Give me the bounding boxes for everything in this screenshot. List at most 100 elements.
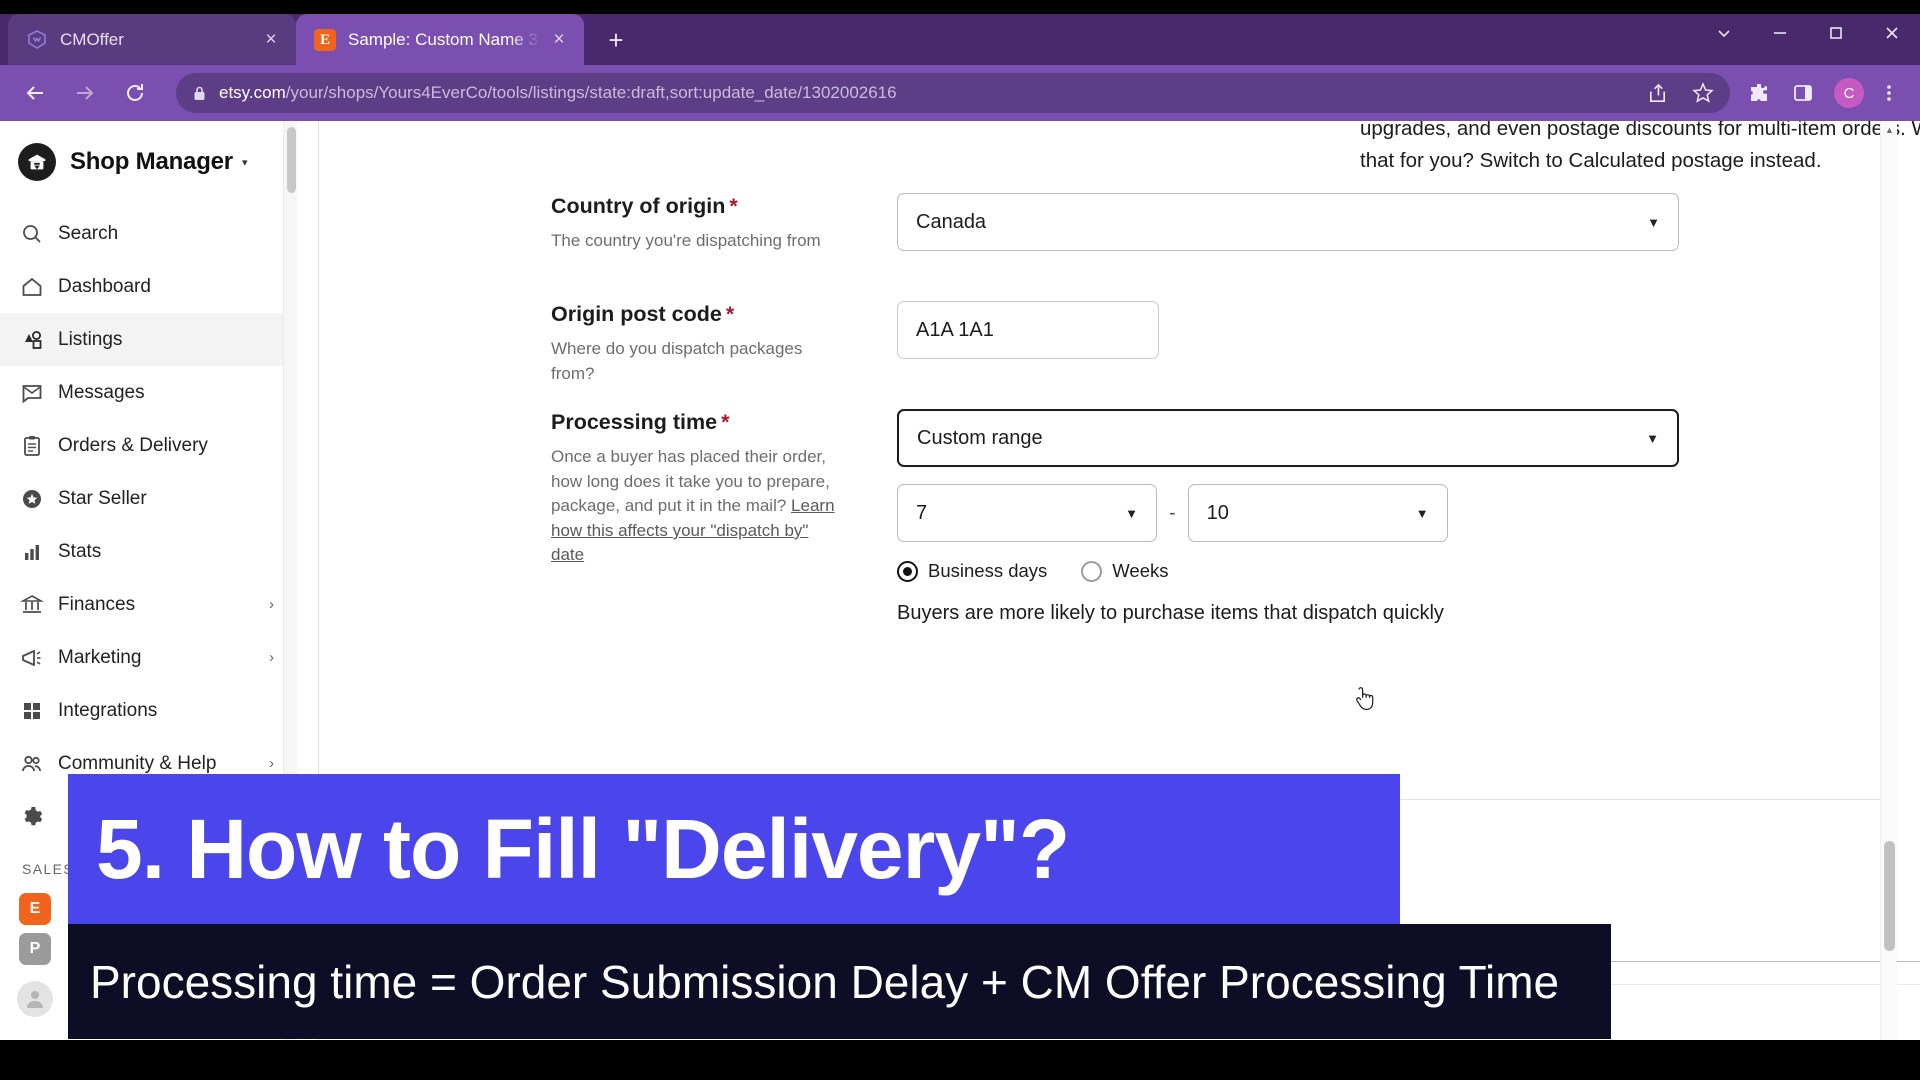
browser-toolbar: etsy.com/your/shops/Yours4EverCo/tools/l… [0, 65, 1920, 121]
page-scroll-thumb[interactable] [1884, 841, 1895, 951]
clipboard-icon [20, 434, 58, 458]
calculated-postage-note: upgrades, and even postage discounts for… [1360, 121, 1920, 172]
new-tab-button[interactable]: + [596, 20, 636, 60]
processing-time-label-col: Processing time * Once a buyer has placed… [551, 409, 856, 625]
sidebar-item-label: Integrations [58, 699, 158, 721]
sidebar-item-label: Dashboard [58, 275, 151, 297]
field-title-text: Origin post code [551, 302, 722, 326]
sidepanel-icon[interactable] [1786, 76, 1820, 110]
chrome-menu-icon[interactable] [1872, 76, 1906, 110]
sidebar-item-messages[interactable]: Messages [0, 366, 296, 419]
profile-avatar[interactable]: C [1834, 78, 1864, 108]
sidebar-item-label: Orders & Delivery [58, 434, 208, 456]
country-of-origin-label-col: Country of origin * The country you're di… [551, 193, 856, 254]
browser-tab-etsy-listing[interactable]: E Sample: Custom Name 3D Jewelr × [296, 14, 584, 66]
chevron-right-icon: › [269, 649, 274, 666]
sidebar-scroll-thumb[interactable] [287, 127, 296, 193]
browser-tab-cmoffer[interactable]: CMOffer × [8, 14, 296, 66]
sidebar-item-integrations[interactable]: Integrations [0, 684, 296, 737]
sidebar-item-stats[interactable]: Stats [0, 525, 296, 578]
sidebar-item-orders-delivery[interactable]: Orders & Delivery [0, 419, 296, 472]
tab-title: CMOffer [60, 30, 124, 49]
printify-app-chip[interactable]: P [19, 933, 51, 965]
chevron-down-icon: ▼ [1647, 214, 1660, 230]
listings-icon [20, 328, 58, 352]
processing-time-min-select[interactable]: 7 ▼ [897, 484, 1157, 542]
chevron-right-icon: › [269, 755, 274, 772]
letterbox-top [0, 0, 1920, 14]
shop-manager-title: Shop Manager [70, 148, 233, 175]
tab-close-icon[interactable]: × [546, 27, 572, 53]
screen-root: CMOffer × E Sample: Custom Name 3D Jewel… [0, 0, 1920, 1080]
range-separator: - [1169, 501, 1176, 524]
overlay-caption-text: Processing time = Order Submission Delay… [90, 955, 1560, 1008]
sidebar-item-label: Stats [58, 540, 102, 562]
overlay-headline-text: 5. How to Fill "Delivery"? [96, 801, 1070, 896]
tab-strip: CMOffer × E Sample: Custom Name 3D Jewel… [8, 14, 636, 66]
back-icon[interactable] [14, 72, 56, 114]
origin-post-code-label-col: Origin post code * Where do you dispatch … [551, 301, 856, 386]
etsy-favicon-icon: E [314, 29, 336, 51]
sidebar-item-label: Search [58, 222, 119, 244]
tab-close-icon[interactable]: × [258, 27, 284, 53]
gear-icon [20, 805, 58, 829]
cmoffer-favicon-icon [26, 29, 48, 51]
processing-time-min-value: 7 [916, 501, 928, 524]
user-avatar-icon[interactable] [17, 981, 53, 1017]
sidebar-item-marketing[interactable]: Marketing › [0, 631, 296, 684]
extensions-puzzle-icon[interactable] [1742, 76, 1776, 110]
etsy-app-chip[interactable]: E [19, 893, 51, 925]
megaphone-icon [20, 646, 58, 670]
url-domain: etsy.com [219, 83, 286, 102]
country-of-origin-value: Canada [916, 210, 987, 233]
country-of-origin-control-col: Canada ▼ [897, 193, 1679, 254]
star-badge-icon [20, 487, 58, 511]
share-icon[interactable] [1640, 76, 1674, 110]
processing-time-range-row: 7 ▼ - 10 ▼ [897, 484, 1679, 542]
overlay-headline-banner: 5. How to Fill "Delivery"? [68, 774, 1400, 924]
country-of-origin-select[interactable]: Canada ▼ [897, 193, 1679, 251]
sidebar-item-label: Listings [58, 328, 123, 350]
bank-icon [20, 593, 58, 617]
shop-manager-header[interactable]: Shop Manager ▾ [0, 121, 296, 207]
radio-selected-icon [897, 560, 918, 582]
country-of-origin-title: Country of origin * [551, 193, 836, 220]
chevron-down-icon[interactable]: ▾ [242, 156, 248, 169]
sidebar-item-label: Marketing [58, 646, 142, 668]
radio-business-days[interactable]: Business days [897, 560, 1047, 582]
country-of-origin-row: Country of origin * The country you're di… [551, 193, 1891, 254]
search-icon [20, 222, 58, 246]
processing-time-select[interactable]: Custom range ▼ [897, 409, 1679, 467]
people-icon [20, 752, 58, 776]
etsy-shop-logo-icon [18, 143, 56, 181]
tab-title: Sample: Custom Name 3D Jewelr [348, 30, 540, 49]
processing-time-unit-radios: Business days Weeks [897, 560, 1679, 582]
processing-time-help-text: Once a buyer has placed their order, how… [551, 446, 830, 516]
origin-post-code-help: Where do you dispatch packages from? [551, 338, 803, 383]
radio-label: Business days [928, 560, 1048, 581]
address-bar[interactable]: etsy.com/your/shops/Yours4EverCo/tools/l… [176, 73, 1730, 113]
chevron-down-icon: ▼ [1415, 505, 1429, 521]
field-title-text: Country of origin [551, 194, 726, 218]
origin-post-code-value: A1A 1A1 [916, 318, 994, 341]
sidebar-item-listings[interactable]: Listings [0, 313, 296, 366]
envelope-icon [20, 381, 58, 405]
page-scrollbar[interactable]: ▲ ▼ [1880, 121, 1897, 1080]
url-path: /your/shops/Yours4EverCo/tools/listings/… [285, 83, 897, 102]
origin-post-code-input[interactable]: A1A 1A1 [897, 301, 1159, 359]
scroll-up-arrow-icon[interactable]: ▲ [1881, 121, 1898, 138]
processing-time-max-select[interactable]: 10 ▼ [1187, 484, 1448, 542]
radio-label: Weeks [1112, 560, 1169, 581]
letterbox-bottom [0, 1040, 1920, 1080]
sidebar-item-search[interactable]: Search [0, 207, 296, 260]
origin-post-code-control-col: A1A 1A1 [897, 301, 1159, 386]
sidebar-item-finances[interactable]: Finances › [0, 578, 296, 631]
forward-icon[interactable] [64, 72, 106, 114]
reload-icon[interactable] [114, 72, 156, 114]
required-asterisk: * [721, 410, 730, 434]
sidebar-item-dashboard[interactable]: Dashboard [0, 260, 296, 313]
overlay-caption-banner: Processing time = Order Submission Delay… [68, 924, 1611, 1039]
radio-weeks[interactable]: Weeks [1081, 560, 1169, 582]
sidebar-item-star-seller[interactable]: Star Seller [0, 472, 296, 525]
bookmark-star-icon[interactable] [1686, 76, 1720, 110]
